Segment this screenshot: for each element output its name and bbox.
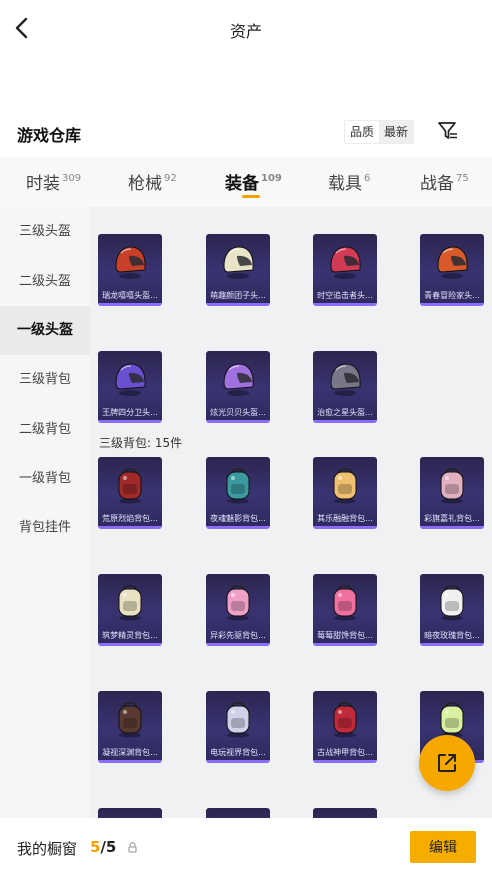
helmet-icon (115, 363, 146, 396)
backpack-icon (333, 585, 357, 621)
backpack-icon (440, 468, 464, 504)
backpack-icon (118, 585, 142, 621)
lock-icon (128, 842, 137, 853)
backpack-icon (226, 702, 250, 738)
sort-latest-button[interactable]: 最新 (379, 121, 414, 143)
item-name: 青春冒险家头... (424, 291, 480, 300)
item-name: 荒原烈焰背包... (102, 514, 158, 523)
item-name: 彩旗嘉礼背包... (424, 514, 480, 523)
page-title: 资产 (229, 22, 262, 41)
backpack-card[interactable]: 古战神甲背包... (313, 691, 377, 763)
backpack-card[interactable]: 电玩视界背包... (206, 691, 270, 763)
backpack-icon (118, 468, 142, 504)
backpack-icon (333, 468, 357, 504)
active-tab-indicator (242, 195, 260, 198)
item-name: 炫光贝贝头盔... (210, 408, 266, 417)
backpack-card[interactable] (313, 808, 377, 818)
tab-supplies[interactable]: 战备 75 (420, 169, 469, 194)
item-name: 其乐融融背包... (317, 514, 373, 523)
item-name: 瑞龙嘻嘻头盔... (102, 291, 158, 300)
item-name: 王牌四分卫头... (102, 408, 158, 417)
backpack-card[interactable]: 筑梦精灵背包... (98, 574, 162, 646)
backpack-icon (333, 702, 357, 738)
showcase-label: 我的橱窗 (17, 840, 78, 858)
sort-toggle: 品质 最新 (344, 120, 415, 144)
backpack-card[interactable] (98, 808, 162, 818)
edit-button[interactable]: 编辑 (410, 831, 476, 863)
backpack-icon (440, 702, 464, 738)
filter-icon[interactable] (437, 120, 459, 142)
item-name: 异彩先驱背包... (210, 631, 266, 640)
item-name: 暗夜玫瑰背包... (424, 631, 480, 640)
helmet-card[interactable]: 瑞龙嘻嘻头盔... (98, 234, 162, 306)
backpack-card[interactable] (206, 808, 270, 818)
backpack-card[interactable]: 其乐融融背包... (313, 457, 377, 529)
backpack-icon (226, 585, 250, 621)
sidebar-item-backpack-charm[interactable]: 背包挂件 (0, 503, 90, 552)
sidebar-item-level3-backpack[interactable]: 三级背包 (0, 355, 90, 404)
item-name: 莓莓甜馋背包... (317, 631, 373, 640)
item-name: 筑梦精灵背包... (102, 631, 158, 640)
showcase-count: 5/5 (90, 838, 117, 856)
item-name: 电玩视界背包... (210, 748, 266, 757)
subcategory-sidebar: 三级头盔 二级头盔 一级头盔 三级背包 二级背包 一级背包 背包挂件 (0, 207, 90, 818)
backpack-card[interactable]: 暗夜玫瑰背包... (420, 574, 484, 646)
helmet-card[interactable]: 青春冒险家头... (420, 234, 484, 306)
helmet-icon (330, 363, 361, 396)
backpack-card[interactable]: 莓莓甜馋背包... (313, 574, 377, 646)
sidebar-item-level1-backpack[interactable]: 一级背包 (0, 454, 90, 503)
helmet-card[interactable]: 萌趣颜团子头... (206, 234, 270, 306)
backpack-group-label: 三级背包: 15件 (99, 436, 183, 450)
helmet-icon (223, 363, 254, 396)
sidebar-item-level1-helmet[interactable]: 一级头盔 (0, 306, 90, 355)
helmet-card[interactable]: 治愈之星头盔... (313, 351, 377, 423)
helmet-icon (437, 246, 468, 279)
item-name: 夜魂魅影背包... (210, 514, 266, 523)
helmet-icon (115, 246, 146, 279)
sidebar-item-level3-helmet[interactable]: 三级头盔 (0, 207, 90, 256)
backpack-card[interactable]: 荒原烈焰背包... (98, 457, 162, 529)
helmet-icon (223, 246, 254, 279)
item-name: 萌趣颜团子头... (210, 291, 266, 300)
item-grid: 三级背包: 15件 瑞龙嘻嘻头盔... 萌趣颜团子头... 时空追击者头... 青春冒… (90, 207, 492, 818)
share-button[interactable] (419, 735, 475, 791)
sidebar-item-level2-backpack[interactable]: 二级背包 (0, 405, 90, 454)
item-name: 治愈之星头盔... (317, 408, 373, 417)
tab-fashion[interactable]: 时装 309 (26, 169, 81, 194)
section-title: 游戏仓库 (17, 126, 82, 145)
tab-guns[interactable]: 枪械 92 (128, 169, 177, 194)
backpack-icon (226, 468, 250, 504)
share-icon (438, 754, 456, 772)
backpack-card[interactable]: 异彩先驱背包... (206, 574, 270, 646)
helmet-card[interactable]: 时空追击者头... (313, 234, 377, 306)
category-tabs: 时装 309 枪械 92 装备 109 载具 6 战备 75 (0, 157, 492, 207)
tab-equipment[interactable]: 装备 109 (225, 169, 282, 194)
backpack-card[interactable]: 夜魂魅影背包... (206, 457, 270, 529)
backpack-icon (118, 702, 142, 738)
backpack-icon (440, 585, 464, 621)
item-name: 古战神甲背包... (317, 748, 373, 757)
top-bar: 资产 (0, 0, 492, 58)
bottom-bar: 我的橱窗 5/5 编辑 (0, 818, 492, 876)
backpack-card[interactable]: 彩旗嘉礼背包... (420, 457, 484, 529)
sidebar-item-level2-helmet[interactable]: 二级头盔 (0, 257, 90, 306)
tab-vehicles[interactable]: 载具 6 (328, 169, 370, 194)
helmet-card[interactable]: 王牌四分卫头... (98, 351, 162, 423)
helmet-icon (330, 246, 361, 279)
item-name: 时空追击者头... (317, 291, 373, 300)
helmet-card[interactable]: 炫光贝贝头盔... (206, 351, 270, 423)
sort-quality-button[interactable]: 品质 (345, 121, 379, 143)
backpack-card[interactable]: 凝视深渊背包... (98, 691, 162, 763)
item-name: 凝视深渊背包... (102, 748, 158, 757)
